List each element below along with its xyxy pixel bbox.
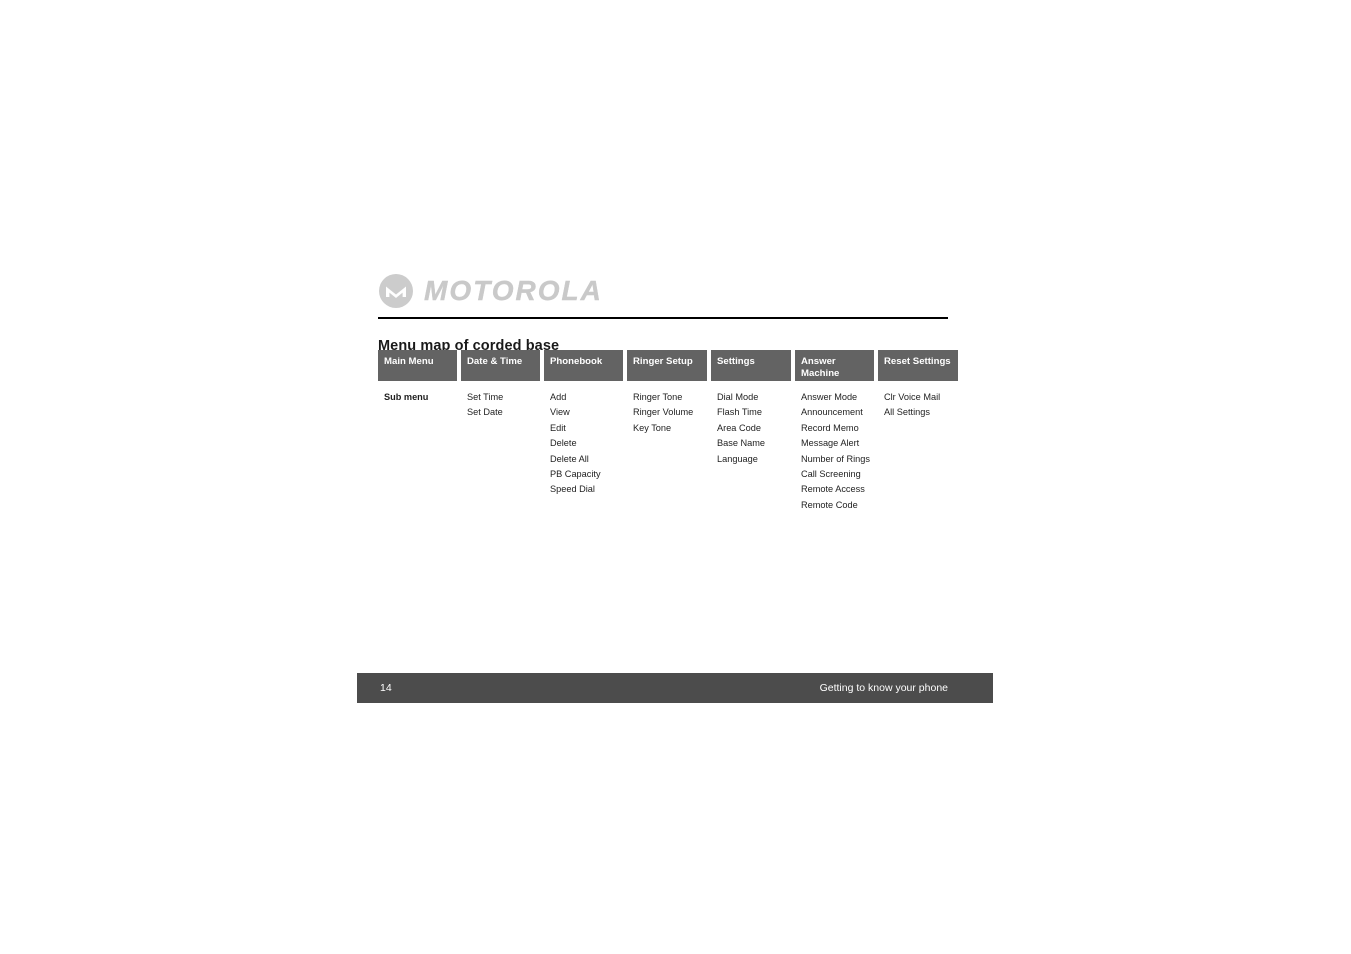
menu-item: Announcement <box>801 407 863 418</box>
column-body-main-menu: Sub menu <box>378 381 457 405</box>
menu-item: Delete <box>550 438 577 449</box>
menu-item: Edit <box>550 422 566 433</box>
column-body-phonebook: Add View Edit Delete Delete All PB Capac… <box>544 381 623 498</box>
document-header: MOTOROLA <box>378 270 948 320</box>
menu-item: Add <box>550 392 567 402</box>
menu-map-column-ringer-setup: Ringer Setup Ringer Tone Ringer Volume K… <box>627 350 707 436</box>
row-label-sub-menu: Sub menu <box>384 392 429 402</box>
motorola-logo: MOTOROLA <box>378 270 603 312</box>
menu-item: Ringer Volume <box>633 407 694 418</box>
menu-map-column-settings: Settings Dial Mode Flash Time Area Code … <box>711 350 791 467</box>
footer-section-label: Getting to know your phone <box>819 682 948 694</box>
menu-item: Key Tone <box>633 422 672 433</box>
menu-item: Clr Voice Mail <box>884 392 941 402</box>
column-body-date-time: Set Time Set Date <box>461 381 540 421</box>
column-header-reset-settings: Reset Settings <box>878 350 958 381</box>
menu-item: Base Name <box>717 438 766 449</box>
document-page: MOTOROLA Menu map of corded base Main Me… <box>0 0 1351 954</box>
menu-item: Message Alert <box>801 438 860 449</box>
column-body-reset-settings: Clr Voice Mail All Settings <box>878 381 958 421</box>
menu-item: Number of Rings <box>801 453 870 464</box>
menu-item: View <box>550 407 570 418</box>
column-body-settings: Dial Mode Flash Time Area Code Base Name… <box>711 381 791 467</box>
column-header-phonebook: Phonebook <box>544 350 623 381</box>
menu-item: Delete All <box>550 453 589 464</box>
menu-item: Set Time <box>467 392 504 402</box>
menu-item: Answer Mode <box>801 392 858 402</box>
menu-item: All Settings <box>884 407 930 418</box>
menu-item: Flash Time <box>717 407 762 418</box>
menu-item: Remote Code <box>801 499 858 510</box>
page-footer: 14 Getting to know your phone <box>357 673 993 703</box>
menu-item: Language <box>717 453 758 464</box>
menu-map-table: Main Menu Sub menu Date & Time Set Time … <box>378 350 958 513</box>
menu-item: Ringer Tone <box>633 392 683 402</box>
column-body-ringer-setup: Ringer Tone Ringer Volume Key Tone <box>627 381 707 436</box>
menu-map-column-date-time: Date & Time Set Time Set Date <box>461 350 540 421</box>
menu-map-column-main-menu: Main Menu Sub menu <box>378 350 457 405</box>
menu-map-column-phonebook: Phonebook Add View Edit Delete Delete Al… <box>544 350 623 498</box>
menu-item: Area Code <box>717 422 761 433</box>
motorola-batwing-icon <box>379 274 413 308</box>
column-header-settings: Settings <box>711 350 791 381</box>
header-divider <box>378 317 948 319</box>
column-header-ringer-setup: Ringer Setup <box>627 350 707 381</box>
column-header-main-menu: Main Menu <box>378 350 457 381</box>
menu-item: Record Memo <box>801 422 859 433</box>
menu-map-columns: Main Menu Sub menu Date & Time Set Time … <box>378 350 958 513</box>
column-header-date-time: Date & Time <box>461 350 540 381</box>
menu-item: Dial Mode <box>717 392 759 402</box>
column-body-answer-machine: Answer Mode Announcement Record Memo Mes… <box>795 381 874 513</box>
menu-map-column-answer-machine: Answer Machine Answer Mode Announcement … <box>795 350 874 513</box>
footer-page-number: 14 <box>380 682 392 694</box>
menu-item: Call Screening <box>801 469 861 480</box>
menu-item: Speed Dial <box>550 484 595 495</box>
menu-item: PB Capacity <box>550 469 601 480</box>
menu-map-column-reset-settings: Reset Settings Clr Voice Mail All Settin… <box>878 350 958 421</box>
menu-item: Set Date <box>467 407 503 418</box>
column-header-answer-machine: Answer Machine <box>795 350 874 381</box>
menu-item: Remote Access <box>801 484 865 495</box>
motorola-wordmark: MOTOROLA <box>424 275 603 306</box>
